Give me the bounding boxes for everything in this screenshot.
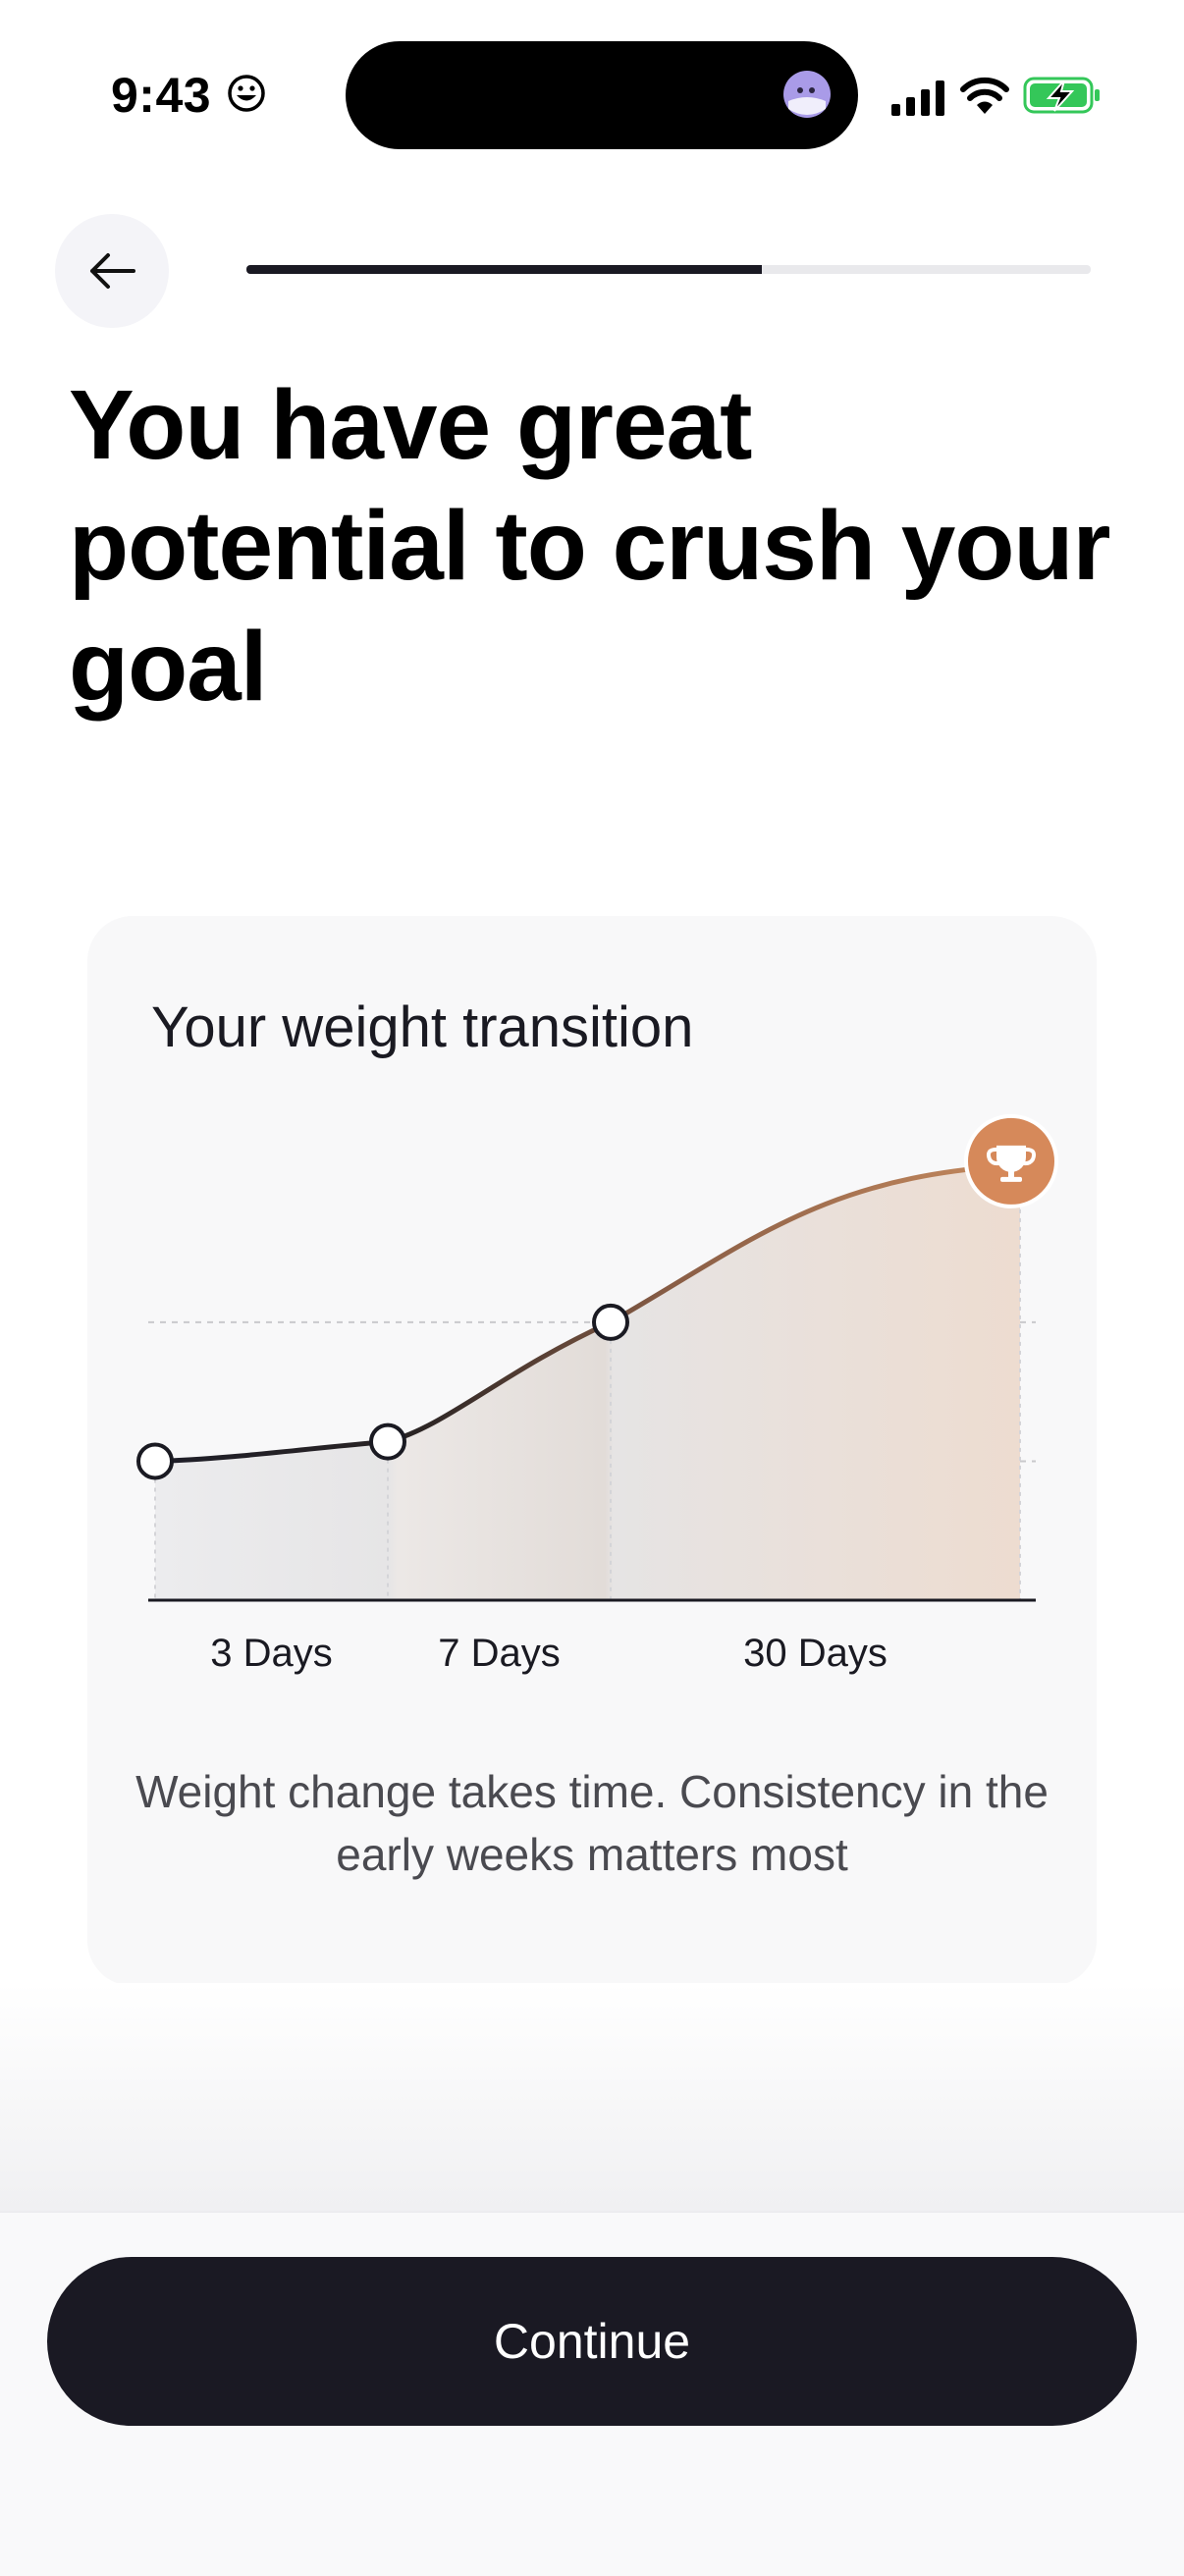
trophy-icon <box>964 1113 1058 1208</box>
progress-bar <box>246 265 1091 274</box>
weight-transition-chart: 3 Days 7 Days 30 Days <box>136 1113 1058 1675</box>
page-title: You have great potential to crush your g… <box>69 370 1110 722</box>
data-point-marker <box>592 1303 629 1341</box>
continue-button[interactable]: Continue <box>47 2257 1137 2426</box>
status-bar: 9:43 <box>0 0 1184 187</box>
bottom-shade <box>0 1983 1184 2211</box>
x-tick-label: 3 Days <box>210 1632 333 1675</box>
battery-charging-icon <box>1023 77 1100 114</box>
wifi-icon <box>960 77 1009 114</box>
island-avatar-icon <box>783 71 831 118</box>
status-time: 9:43 <box>111 68 212 123</box>
smiley-emoji-icon <box>228 75 265 112</box>
chart-area-fill <box>155 1164 1020 1600</box>
back-button[interactable] <box>55 214 169 328</box>
x-tick-label: 30 Days <box>743 1632 888 1675</box>
data-point-marker <box>369 1422 406 1461</box>
dynamic-island <box>346 41 858 149</box>
cellular-signal-icon <box>891 80 944 116</box>
x-tick-label: 7 Days <box>438 1632 561 1675</box>
data-point-marker <box>136 1442 174 1480</box>
arrow-left-icon <box>90 253 135 289</box>
progress-fill <box>246 265 762 274</box>
chart-note: Weight change takes time. Consistency in… <box>135 1766 1049 1880</box>
chart-card: Your weight transition 3 Days 7 Days 30 … <box>87 916 1097 1986</box>
